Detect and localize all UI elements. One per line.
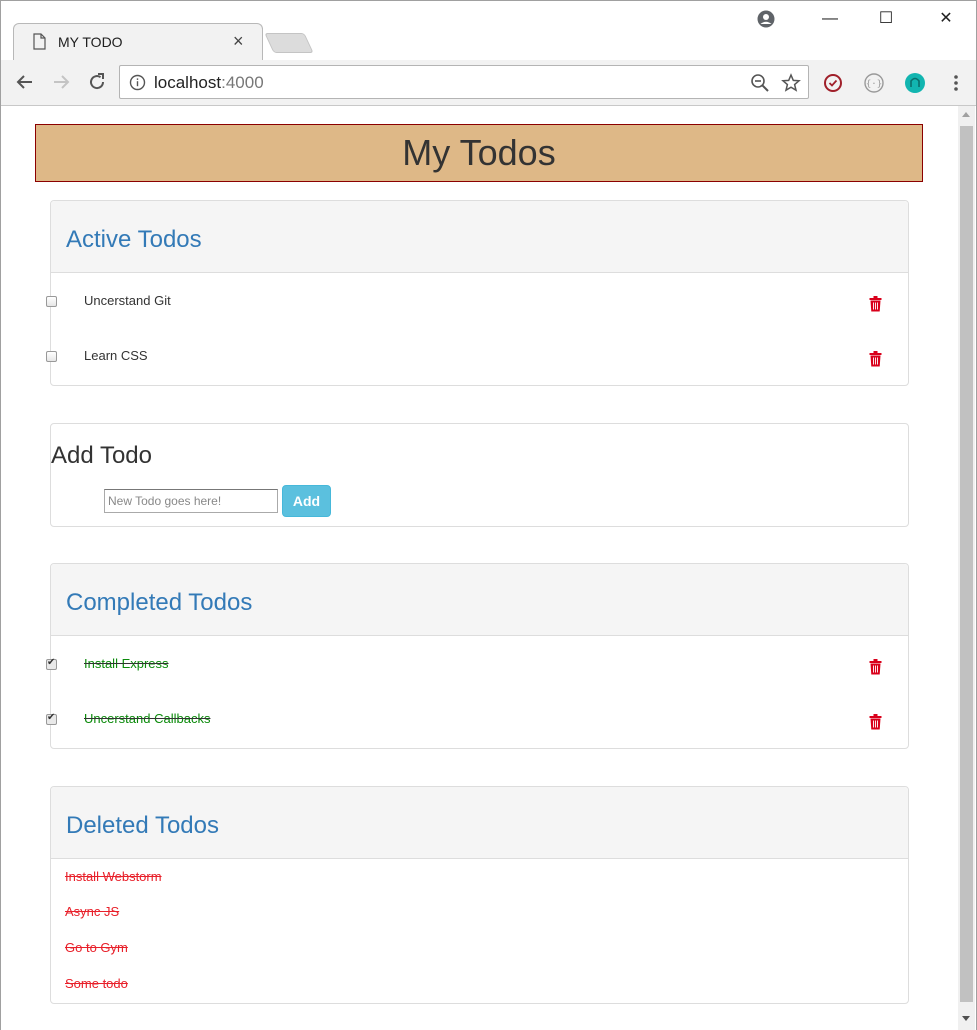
trash-icon[interactable] — [869, 659, 882, 675]
todo-checkbox[interactable] — [46, 351, 57, 362]
list-item: Uncerstand Git — [46, 273, 908, 329]
address-bar[interactable]: localhost:4000 — [119, 65, 809, 99]
deleted-todos-heading: Deleted Todos — [66, 812, 219, 839]
add-todo-heading: Add Todo — [51, 442, 152, 469]
browser-toolbar: localhost:4000 {·} — [1, 60, 976, 106]
trash-icon[interactable] — [869, 351, 882, 367]
tab-close-icon[interactable]: × — [233, 31, 244, 51]
url-port: :4000 — [221, 73, 264, 92]
vertical-scrollbar[interactable] — [958, 106, 975, 1030]
minimize-button[interactable]: — — [818, 9, 842, 29]
page-title: My Todos — [402, 132, 556, 173]
deleted-todo-text: Async JS — [65, 904, 120, 919]
new-todo-input[interactable] — [104, 489, 278, 513]
deleted-todo-text: Go to Gym — [65, 940, 128, 955]
maximize-button[interactable]: ☐ — [874, 9, 898, 29]
todo-text: Learn CSS — [84, 348, 148, 363]
panel-heading: Active Todos — [51, 201, 908, 273]
scroll-up-arrow-icon[interactable] — [962, 112, 970, 117]
deleted-todos-panel: Deleted Todos Install Webstorm Async JS … — [50, 786, 909, 1004]
browser-tab[interactable] — [13, 23, 263, 61]
trash-icon[interactable] — [869, 296, 882, 312]
extension-teal-icon[interactable] — [904, 72, 926, 94]
panel-heading: Completed Todos — [51, 564, 908, 636]
extension-clock-icon[interactable] — [822, 72, 844, 94]
page-viewport: My Todos Active Todos Uncerstand Git Lea… — [0, 106, 977, 1030]
todo-checkbox[interactable] — [46, 657, 57, 670]
app-header: My Todos — [35, 124, 923, 182]
url-text: localhost:4000 — [154, 73, 264, 93]
extension-braces-icon[interactable]: {·} — [863, 72, 885, 94]
list-item: Learn CSS — [46, 329, 908, 385]
panel-heading: Deleted Todos — [51, 787, 908, 859]
todo-checkbox[interactable] — [46, 712, 57, 725]
scroll-thumb[interactable] — [960, 126, 973, 1002]
forward-arrow-icon[interactable] — [49, 70, 73, 94]
zoom-out-icon[interactable] — [750, 73, 770, 93]
url-host: localhost — [154, 73, 222, 92]
add-todo-button[interactable]: Add — [282, 485, 331, 517]
list-item: Uncerstand Callbacks — [46, 692, 908, 748]
menu-kebab-icon[interactable] — [945, 72, 967, 94]
info-icon[interactable] — [129, 74, 146, 91]
document-icon — [33, 33, 46, 50]
back-arrow-icon[interactable] — [13, 70, 37, 94]
deleted-todo-text: Some todo — [65, 976, 128, 991]
profile-icon[interactable] — [757, 10, 775, 28]
new-tab-button[interactable] — [264, 33, 314, 53]
tab-title: MY TODO — [58, 34, 123, 50]
tab-strip: MY TODO × — ☐ ✕ — [1, 1, 976, 61]
todo-text: Uncerstand Git — [84, 293, 171, 308]
trash-icon[interactable] — [869, 714, 882, 730]
reload-icon[interactable] — [85, 70, 109, 94]
browser-chrome: MY TODO × — ☐ ✕ localhost:4000 {·} — [0, 0, 977, 106]
bookmark-star-icon[interactable] — [781, 73, 801, 93]
deleted-todo-text: Install Webstorm — [65, 869, 162, 884]
scroll-down-arrow-icon[interactable] — [962, 1016, 970, 1021]
close-window-button[interactable]: ✕ — [934, 9, 958, 29]
completed-todos-heading: Completed Todos — [66, 589, 253, 616]
active-todos-heading: Active Todos — [66, 226, 202, 253]
todo-checkbox[interactable] — [46, 296, 57, 307]
active-todos-panel: Active Todos Uncerstand Git Learn CSS — [46, 200, 909, 386]
todo-text: Uncerstand Callbacks — [84, 711, 211, 726]
completed-todos-panel: Completed Todos Install Express Uncersta… — [46, 563, 909, 749]
add-todo-panel: Add Todo Add — [50, 423, 909, 527]
svg-text:{·}: {·} — [866, 80, 882, 90]
list-item: Install Express — [46, 636, 908, 692]
todo-text: Install Express — [84, 656, 169, 671]
